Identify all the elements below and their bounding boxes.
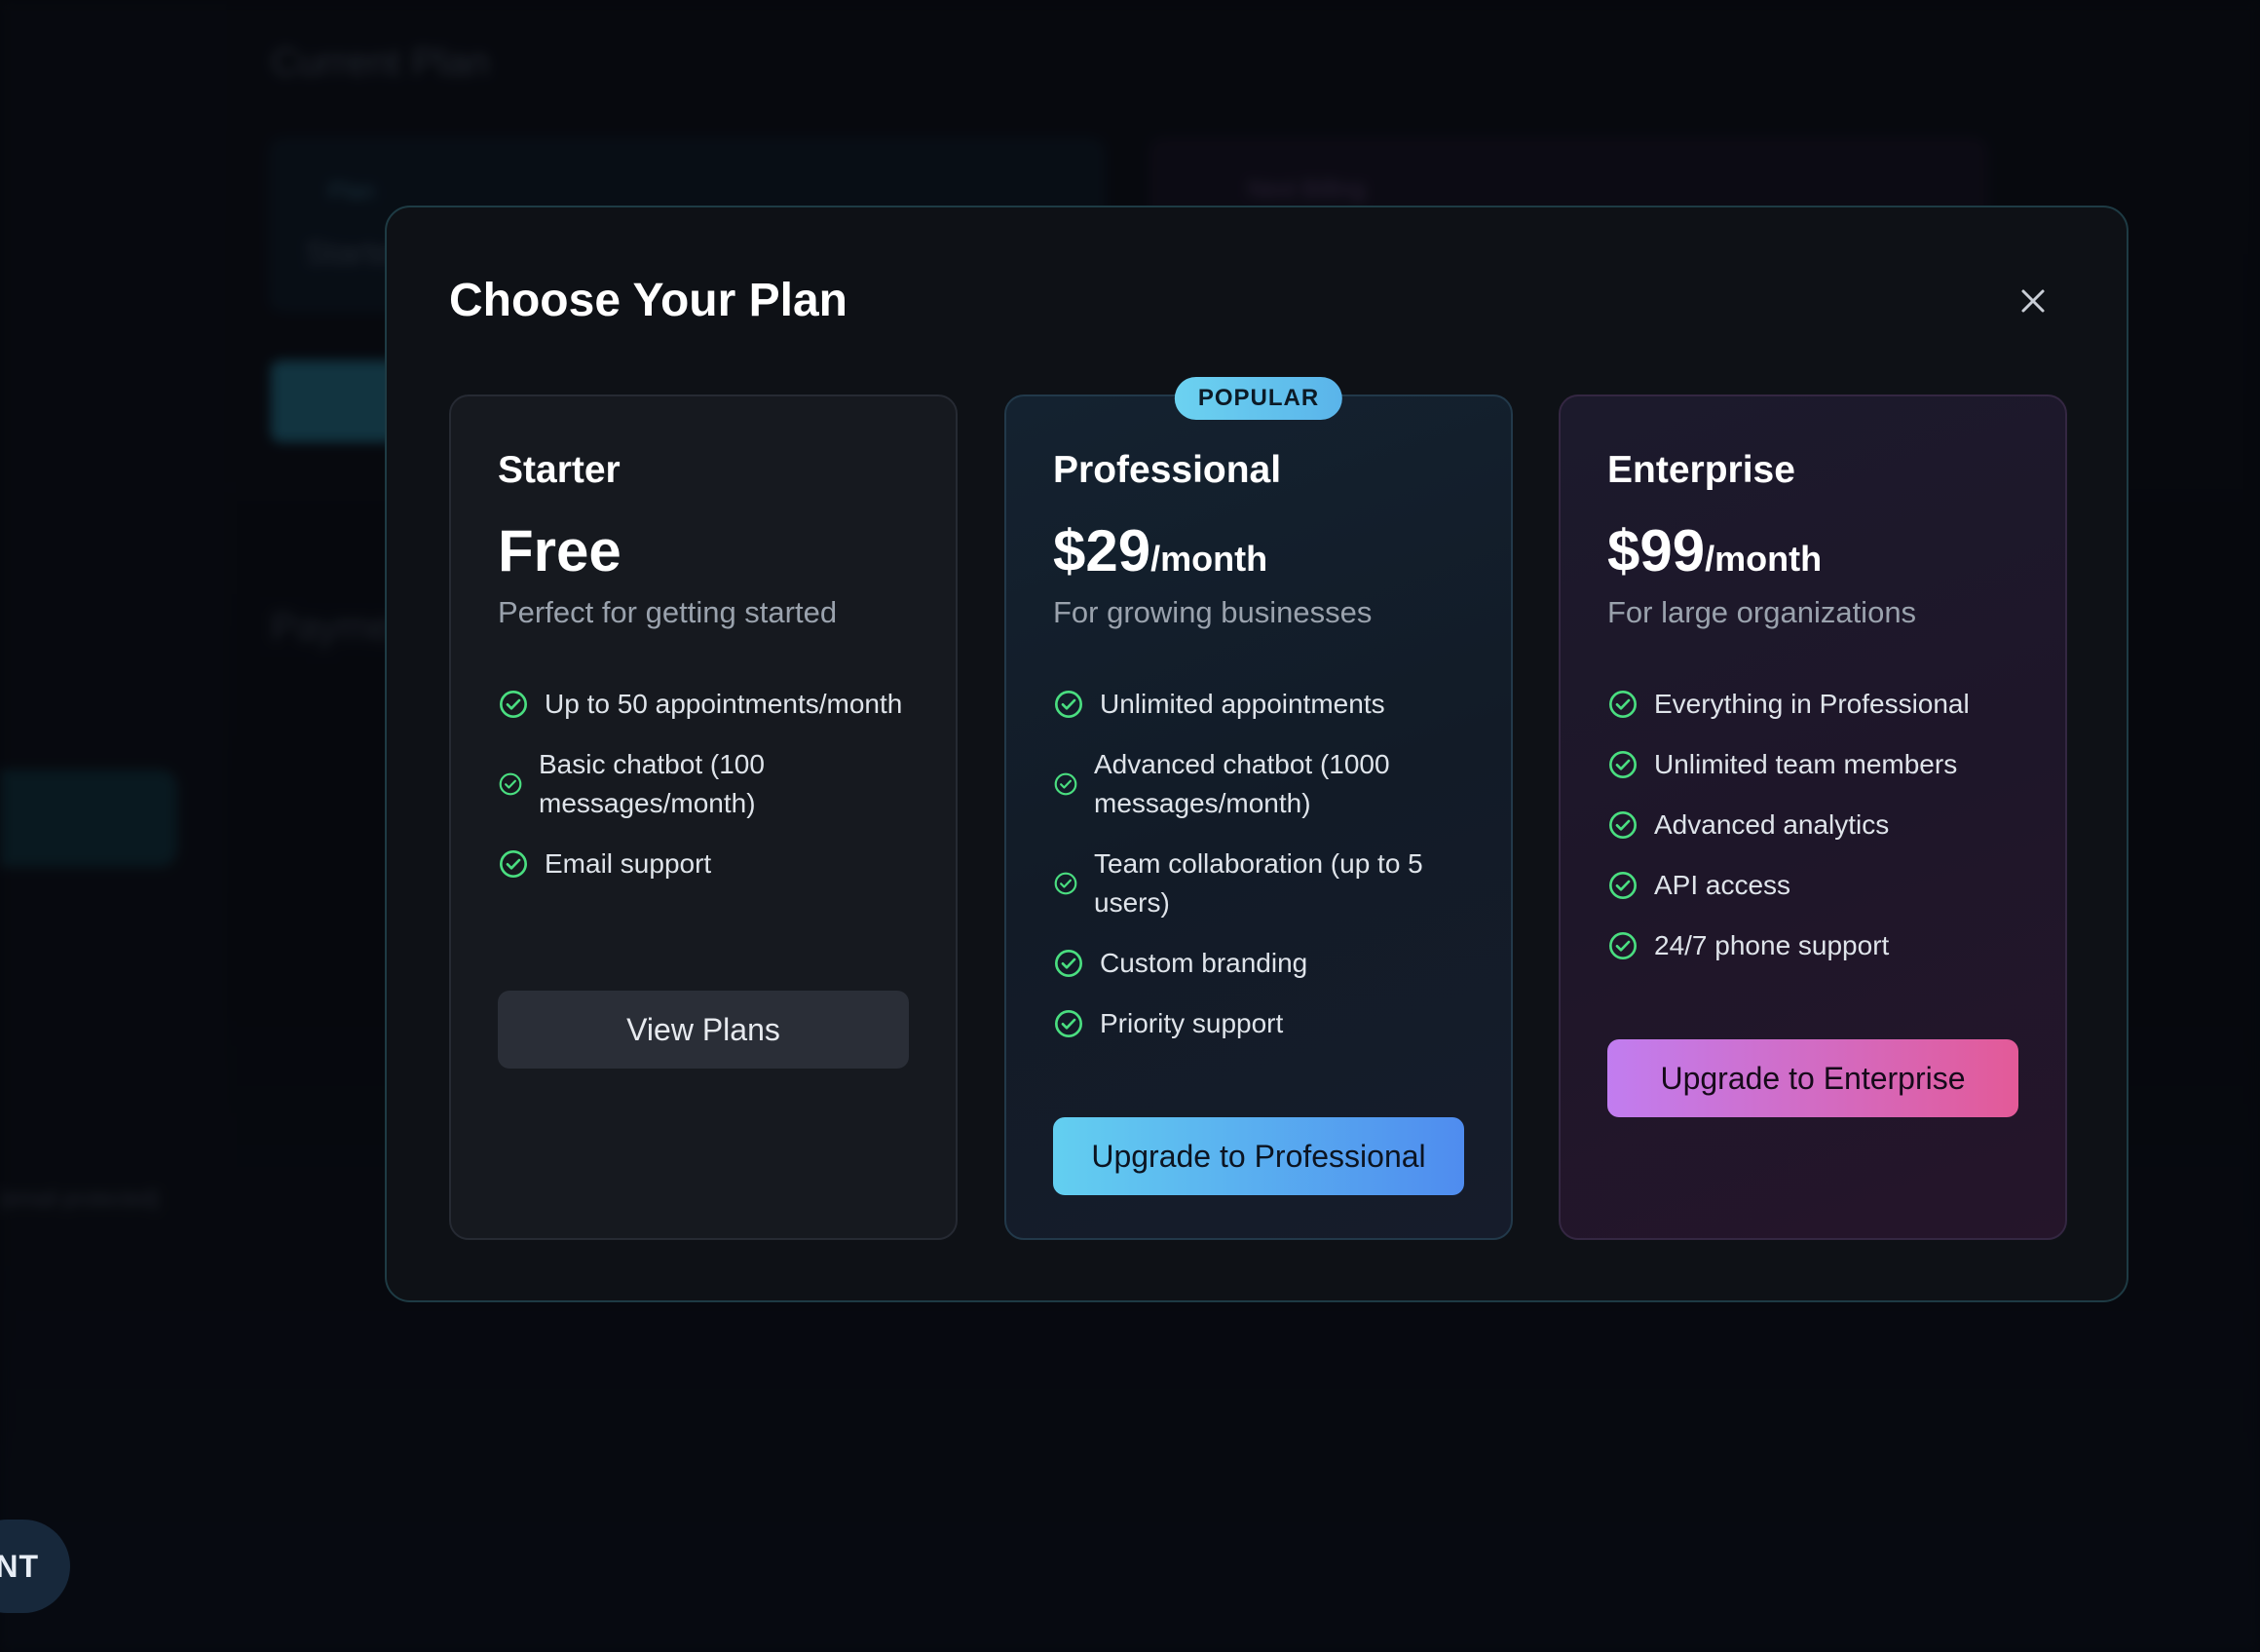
- plan-card-starter: Starter Free Perfect for getting started…: [449, 394, 958, 1240]
- check-circle-icon: [500, 850, 527, 878]
- check-circle-icon: [1054, 772, 1077, 796]
- price-period: /month: [1705, 539, 1823, 579]
- check-circle-icon: [1055, 950, 1082, 977]
- feature-item: Advanced analytics: [1607, 806, 2036, 845]
- feature-text: Team collaboration (up to 5 users): [1094, 848, 1423, 918]
- check-circle-icon: [1609, 751, 1637, 778]
- plan-description: For large organizations: [1607, 595, 1917, 629]
- feature-text: Everything in Professional: [1654, 689, 1970, 719]
- feature-text: Unlimited appointments: [1100, 689, 1385, 719]
- feature-list: Unlimited appointments Advanced chatbot …: [1053, 685, 1482, 1065]
- feature-text: Priority support: [1100, 1008, 1284, 1038]
- check-circle-icon: [499, 772, 522, 796]
- upgrade-professional-button[interactable]: Upgrade to Professional: [1053, 1117, 1464, 1195]
- feature-item: Unlimited team members: [1607, 745, 2036, 784]
- check-circle-icon: [1609, 691, 1637, 718]
- choose-plan-modal: Choose Your Plan Starter Free Perfect fo…: [385, 206, 2128, 1302]
- upgrade-enterprise-button[interactable]: Upgrade to Enterprise: [1607, 1039, 2018, 1117]
- price-amount: $29: [1053, 518, 1151, 583]
- feature-item: Basic chatbot (100 messages/month): [498, 745, 926, 823]
- close-button[interactable]: [2014, 282, 2053, 320]
- price-amount: Free: [498, 518, 622, 583]
- price-period: /month: [1150, 539, 1268, 579]
- plan-description: For growing businesses: [1053, 595, 1373, 629]
- popular-badge: POPULAR: [1174, 377, 1343, 420]
- feature-list: Everything in Professional Unlimited tea…: [1607, 685, 2036, 987]
- feature-list: Up to 50 appointments/month Basic chatbo…: [498, 685, 926, 905]
- feature-item: Unlimited appointments: [1053, 685, 1482, 724]
- feature-text: 24/7 phone support: [1654, 930, 1890, 960]
- view-plans-button[interactable]: View Plans: [498, 991, 909, 1069]
- plan-card-professional: POPULAR Professional $29/month For growi…: [1004, 377, 1513, 1240]
- feature-item: Email support: [498, 845, 926, 883]
- check-circle-icon: [1609, 932, 1637, 959]
- feature-item: 24/7 phone support: [1607, 926, 2036, 965]
- feature-item: Team collaboration (up to 5 users): [1053, 845, 1482, 922]
- feature-text: Up to 50 appointments/month: [545, 689, 903, 719]
- price-amount: $99: [1607, 518, 1706, 583]
- agent-button-label: AGENT: [0, 1548, 39, 1584]
- plan-price: $99/month: [1607, 517, 1822, 584]
- feature-item: Custom branding: [1053, 944, 1482, 983]
- check-circle-icon: [500, 691, 527, 718]
- plan-card-enterprise: Enterprise $99/month For large organizat…: [1559, 394, 2067, 1240]
- plan-price: Free: [498, 517, 622, 584]
- feature-text: Advanced chatbot (1000 messages/month): [1094, 749, 1390, 818]
- check-circle-icon: [1609, 811, 1637, 839]
- check-circle-icon: [1055, 691, 1082, 718]
- check-circle-icon: [1055, 1010, 1082, 1037]
- plan-name: Professional: [1053, 449, 1282, 491]
- check-circle-icon: [1054, 872, 1077, 895]
- feature-text: Unlimited team members: [1654, 749, 1958, 779]
- feature-text: Email support: [545, 848, 712, 879]
- modal-title: Choose Your Plan: [449, 275, 848, 326]
- feature-text: Basic chatbot (100 messages/month): [539, 749, 765, 818]
- feature-item: Everything in Professional: [1607, 685, 2036, 724]
- feature-text: Custom branding: [1100, 948, 1308, 978]
- check-circle-icon: [1609, 872, 1637, 899]
- plan-name: Enterprise: [1607, 449, 1795, 491]
- feature-item: Up to 50 appointments/month: [498, 685, 926, 724]
- plan-price: $29/month: [1053, 517, 1267, 584]
- feature-item: Advanced chatbot (1000 messages/month): [1053, 745, 1482, 823]
- close-icon: [2021, 289, 2045, 313]
- plan-name: Starter: [498, 449, 621, 491]
- feature-text: API access: [1654, 870, 1791, 900]
- feature-item: Priority support: [1053, 1004, 1482, 1043]
- feature-item: API access: [1607, 866, 2036, 905]
- plan-description: Perfect for getting started: [498, 595, 838, 629]
- feature-text: Advanced analytics: [1654, 809, 1890, 840]
